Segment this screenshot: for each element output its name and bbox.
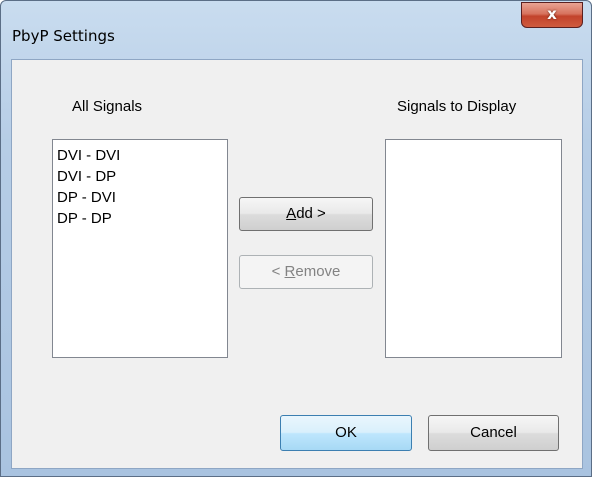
ok-button[interactable]: OK — [280, 415, 412, 451]
all-signals-label: All Signals — [72, 98, 143, 115]
signals-to-display-listbox[interactable] — [385, 139, 562, 358]
add-button[interactable]: Add > — [239, 197, 373, 231]
list-item[interactable]: DVI - DP — [53, 166, 227, 187]
add-mnemonic: A — [286, 205, 297, 222]
list-item[interactable]: DVI - DVI — [53, 145, 227, 166]
close-icon: x — [547, 5, 557, 23]
cancel-button[interactable]: Cancel — [428, 415, 559, 451]
remove-button[interactable]: < Remove — [239, 255, 373, 289]
all-signals-listbox[interactable]: DVI - DVI DVI - DP DP - DVI DP - DP — [52, 139, 228, 358]
close-button[interactable]: x — [521, 2, 583, 28]
signals-to-display-label: Signals to Display — [397, 98, 517, 115]
window-title: PbyP Settings — [12, 27, 115, 45]
title-bar[interactable]: PbyP Settings x — [1, 1, 591, 59]
list-item[interactable]: DP - DP — [53, 208, 227, 229]
list-item[interactable]: DP - DVI — [53, 187, 227, 208]
dialog-window: PbyP Settings x All Signals Signals to D… — [0, 0, 592, 477]
dialog-body: All Signals Signals to Display DVI - DVI… — [11, 59, 583, 469]
remove-prefix: < — [271, 263, 285, 280]
add-label: dd > — [296, 205, 326, 222]
remove-mnemonic: R — [284, 263, 296, 280]
remove-label: emove — [295, 263, 341, 280]
